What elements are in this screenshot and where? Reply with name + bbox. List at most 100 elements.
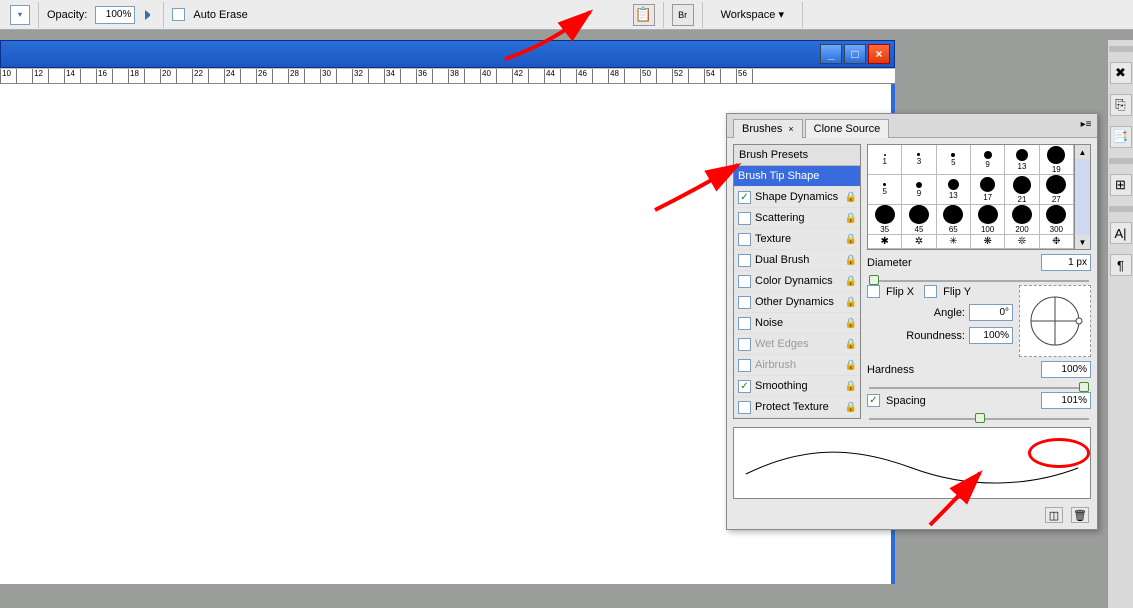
- brush-preset-cell[interactable]: ✲: [902, 235, 936, 249]
- workspace-menu[interactable]: Workspace ▾: [711, 8, 794, 21]
- option-checkbox[interactable]: [738, 296, 751, 309]
- brush-preset-cell[interactable]: 19: [1040, 145, 1074, 175]
- lock-icon[interactable]: 🔒: [845, 192, 857, 203]
- opacity-flyout-icon[interactable]: [145, 10, 155, 20]
- spacing-checkbox[interactable]: ✓: [867, 394, 880, 407]
- option-checkbox[interactable]: [738, 275, 751, 288]
- close-tab-icon[interactable]: ×: [788, 124, 793, 134]
- brush-preset-cell[interactable]: 9: [902, 175, 936, 205]
- brush-option-row[interactable]: Protect Texture🔒: [734, 397, 860, 418]
- opacity-input[interactable]: 100%: [95, 6, 135, 24]
- tool-preset-dropdown[interactable]: ▾: [10, 5, 30, 25]
- brush-preset-cell[interactable]: 27: [1040, 175, 1074, 205]
- tab-brushes[interactable]: Brushes×: [733, 119, 803, 138]
- diameter-input[interactable]: 1 px: [1041, 254, 1091, 271]
- brush-preset-cell[interactable]: ❉: [1040, 235, 1074, 249]
- go-to-bridge-button[interactable]: Br: [672, 4, 694, 26]
- option-checkbox[interactable]: [738, 212, 751, 225]
- brush-preset-cell[interactable]: ❋: [971, 235, 1005, 249]
- angle-control[interactable]: [1019, 285, 1091, 357]
- lock-icon[interactable]: 🔒: [845, 234, 857, 245]
- flip-x-checkbox[interactable]: [867, 285, 880, 298]
- brush-preset-cell[interactable]: 21: [1005, 175, 1039, 205]
- lock-icon[interactable]: 🔒: [845, 318, 857, 329]
- brush-preset-cell[interactable]: 9: [971, 145, 1005, 175]
- brush-preset-cell[interactable]: 200: [1005, 205, 1039, 235]
- lock-icon[interactable]: 🔒: [845, 360, 857, 371]
- brush-preset-cell[interactable]: 13: [937, 175, 971, 205]
- brush-option-row[interactable]: Scattering🔒: [734, 208, 860, 229]
- close-button[interactable]: ×: [868, 44, 890, 64]
- spacing-input[interactable]: 101%: [1041, 392, 1091, 409]
- lock-icon[interactable]: 🔒: [845, 255, 857, 266]
- dock-handle[interactable]: [1109, 46, 1133, 52]
- angle-input[interactable]: 0°: [969, 304, 1013, 321]
- scroll-thumb[interactable]: [1075, 159, 1090, 235]
- option-checkbox[interactable]: [738, 317, 751, 330]
- character-panel-icon[interactable]: A|: [1110, 222, 1132, 244]
- hardness-input[interactable]: 100%: [1041, 361, 1091, 378]
- lock-icon[interactable]: 🔒: [845, 276, 857, 287]
- option-checkbox[interactable]: [738, 401, 751, 414]
- trash-icon[interactable]: 🗑: [1071, 507, 1089, 523]
- palette-icon[interactable]: ✖: [1110, 62, 1132, 84]
- brush-preset-cell[interactable]: ✳: [937, 235, 971, 249]
- brush-option-row[interactable]: ✓Shape Dynamics🔒: [734, 187, 860, 208]
- brush-option-row[interactable]: Color Dynamics🔒: [734, 271, 860, 292]
- scroll-down-icon[interactable]: ▼: [1075, 235, 1090, 249]
- option-checkbox[interactable]: ✓: [738, 380, 751, 393]
- brush-preset-cell[interactable]: 35: [868, 205, 902, 235]
- option-checkbox[interactable]: [738, 254, 751, 267]
- scroll-up-icon[interactable]: ▲: [1075, 145, 1090, 159]
- brush-option-row[interactable]: Dual Brush🔒: [734, 250, 860, 271]
- brush-option-row[interactable]: ✓Smoothing🔒: [734, 376, 860, 397]
- lock-icon[interactable]: 🔒: [845, 381, 857, 392]
- option-checkbox[interactable]: ✓: [738, 191, 751, 204]
- toggle-brushes-panel-icon[interactable]: 📋: [633, 4, 655, 26]
- option-checkbox[interactable]: [738, 359, 751, 372]
- minimize-button[interactable]: _: [820, 44, 842, 64]
- brush-preset-cell[interactable]: 17: [971, 175, 1005, 205]
- brush-option-row[interactable]: Airbrush🔒: [734, 355, 860, 376]
- new-preset-icon[interactable]: ◫: [1045, 507, 1063, 523]
- brush-preset-cell[interactable]: 5: [868, 175, 902, 205]
- brush-option-row[interactable]: Brush Tip Shape: [734, 166, 860, 187]
- brush-preset-cell[interactable]: ❊: [1005, 235, 1039, 249]
- tab-clone-source[interactable]: Clone Source: [805, 119, 890, 138]
- preset-scrollbar[interactable]: ▲ ▼: [1075, 144, 1091, 250]
- dock-handle[interactable]: [1109, 206, 1133, 212]
- brush-option-row[interactable]: Other Dynamics🔒: [734, 292, 860, 313]
- brush-preset-cell[interactable]: 5: [937, 145, 971, 175]
- title-bar[interactable]: _ □ ×: [0, 40, 895, 68]
- maximize-button[interactable]: □: [844, 44, 866, 64]
- brush-option-row[interactable]: Noise🔒: [734, 313, 860, 334]
- brush-preset-cell[interactable]: 100: [971, 205, 1005, 235]
- brush-preset-cell[interactable]: 45: [902, 205, 936, 235]
- brush-presets-header[interactable]: Brush Presets: [734, 145, 860, 166]
- brush-preset-cell[interactable]: 3: [902, 145, 936, 175]
- paragraph-panel-icon[interactable]: ¶: [1110, 254, 1132, 276]
- brush-preset-cell[interactable]: 300: [1040, 205, 1074, 235]
- brush-preset-cell[interactable]: 13: [1005, 145, 1039, 175]
- spacing-slider[interactable]: [869, 413, 1089, 419]
- palette-icon[interactable]: ⊞: [1110, 174, 1132, 196]
- lock-icon[interactable]: 🔒: [845, 402, 857, 413]
- brush-preset-cell[interactable]: 1: [868, 145, 902, 175]
- lock-icon[interactable]: 🔒: [845, 339, 857, 350]
- lock-icon[interactable]: 🔒: [845, 213, 857, 224]
- option-checkbox[interactable]: [738, 233, 751, 246]
- flip-y-checkbox[interactable]: [924, 285, 937, 298]
- brush-option-row[interactable]: Wet Edges🔒: [734, 334, 860, 355]
- brush-preset-cell[interactable]: 65: [937, 205, 971, 235]
- lock-icon[interactable]: 🔒: [845, 297, 857, 308]
- option-checkbox[interactable]: [738, 338, 751, 351]
- dock-handle[interactable]: [1109, 158, 1133, 164]
- palette-icon[interactable]: ⎘: [1110, 94, 1132, 116]
- hardness-slider[interactable]: [869, 382, 1089, 388]
- panel-menu-icon[interactable]: ▸≡: [1079, 117, 1093, 131]
- palette-icon[interactable]: 📑: [1110, 126, 1132, 148]
- auto-erase-checkbox[interactable]: [172, 8, 185, 21]
- diameter-slider[interactable]: [869, 275, 1089, 281]
- roundness-input[interactable]: 100%: [969, 327, 1013, 344]
- brush-option-row[interactable]: Texture🔒: [734, 229, 860, 250]
